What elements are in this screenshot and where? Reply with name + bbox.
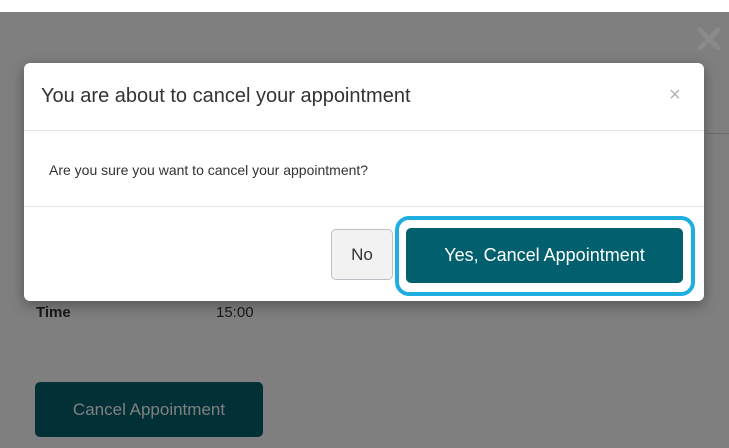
yes-cancel-appointment-button[interactable]: Yes, Cancel Appointment [406, 228, 683, 283]
page-top-strip [0, 0, 729, 12]
dialog-body: Are you sure you want to cancel your app… [24, 131, 704, 207]
dialog-close-icon[interactable]: × [669, 83, 681, 107]
cancel-confirmation-dialog: You are about to cancel your appointment… [24, 63, 704, 301]
dialog-title: You are about to cancel your appointment [41, 85, 411, 107]
no-button[interactable]: No [331, 229, 393, 280]
close-icon[interactable] [694, 24, 724, 54]
dialog-question: Are you sure you want to cancel your app… [49, 162, 369, 178]
dialog-header: You are about to cancel your appointment… [24, 63, 704, 131]
dialog-footer: No Yes, Cancel Appointment [24, 207, 704, 301]
